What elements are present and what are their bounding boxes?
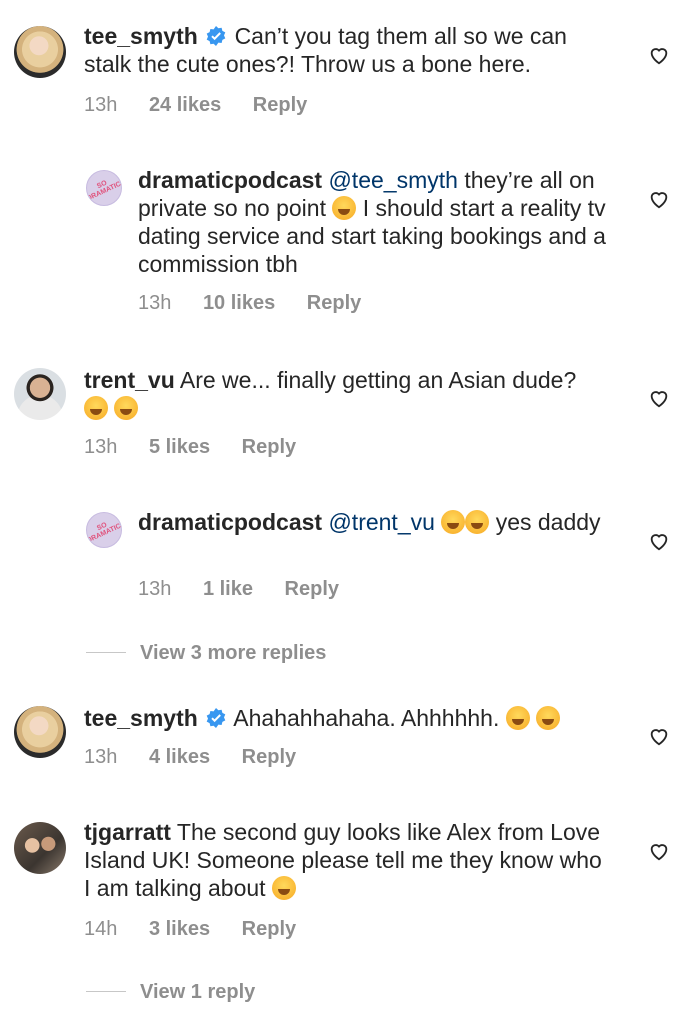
comment-username[interactable]: dramaticpodcast [138, 167, 322, 193]
comment-meta: 14h 3 likes Reply [84, 918, 322, 941]
comment-username[interactable]: trent_vu [84, 367, 175, 393]
view-more-replies-button[interactable]: View 3 more replies [86, 642, 326, 665]
comment-body: yes daddy [495, 509, 601, 535]
avatar-badge-text: SO DRAMATIC! [86, 179, 122, 203]
avatar[interactable] [14, 26, 66, 78]
comment-body: Are we... finally getting an Asian dude? [179, 367, 577, 393]
comment-likes[interactable]: 10 likes [203, 292, 275, 314]
comment-likes[interactable]: 24 likes [149, 94, 221, 116]
heart-outline-icon[interactable] [648, 188, 670, 210]
comment-text: tjgarratt The second guy looks like Alex… [84, 818, 604, 902]
comment-text: tee_smyth Can’t you tag them all so we c… [84, 22, 604, 78]
comment-text: dramaticpodcast @trent_vu yes daddy [138, 508, 608, 536]
comment-username[interactable]: dramaticpodcast [138, 509, 322, 535]
comment-username[interactable]: tee_smyth [84, 23, 198, 49]
comment-text: tee_smyth Ahahahhahaha. Ahhhhhh. [84, 704, 604, 732]
comment-time: 14h [84, 918, 118, 940]
comment-meta: 13h 5 likes Reply [84, 436, 322, 459]
avatar-badge-text: SO DRAMATIC! [86, 521, 122, 545]
comment-meta: 13h 4 likes Reply [84, 746, 322, 769]
comment-likes[interactable]: 5 likes [149, 436, 210, 458]
laughing-emoji-icon [271, 876, 296, 900]
avatar[interactable]: SO DRAMATIC! [86, 512, 122, 548]
comment-meta: 13h 24 likes Reply [84, 94, 333, 117]
comment-text: dramaticpodcast @tee_smyth they’re all o… [138, 166, 608, 278]
comment-username[interactable]: tee_smyth [84, 705, 198, 731]
pleading-face-emoji-icon [84, 396, 108, 420]
reply-button[interactable]: Reply [285, 578, 339, 600]
comment-time: 13h [138, 578, 172, 600]
reply-button[interactable]: Reply [307, 292, 361, 314]
laughing-emoji-icon [332, 196, 357, 220]
laughing-emoji-icon [441, 510, 466, 534]
comment-meta: 13h 1 like Reply [138, 578, 365, 601]
comment-body: Ahahahhahaha. Ahhhhhh. [233, 705, 500, 731]
reply-button[interactable]: Reply [242, 436, 296, 458]
avatar[interactable] [14, 706, 66, 758]
comment-likes[interactable]: 4 likes [149, 746, 210, 768]
reply-button[interactable]: Reply [253, 94, 307, 116]
view-more-label: View 1 reply [140, 981, 256, 1003]
heart-outline-icon[interactable] [648, 44, 670, 66]
heart-outline-icon[interactable] [648, 387, 670, 409]
comment-username[interactable]: tjgarratt [84, 819, 171, 845]
reply-button[interactable]: Reply [242, 918, 296, 940]
mention-link[interactable]: @tee_smyth [328, 167, 457, 193]
view-more-replies-button[interactable]: View 1 reply [86, 981, 255, 1004]
avatar[interactable] [14, 368, 66, 420]
comment-text: trent_vu Are we... finally getting an As… [84, 366, 604, 422]
upside-down-face-emoji-icon [505, 706, 530, 730]
heart-outline-icon[interactable] [648, 725, 670, 747]
mention-link[interactable]: @trent_vu [328, 509, 434, 535]
verified-badge-icon [206, 26, 226, 46]
comment-time: 13h [84, 436, 118, 458]
divider-line [86, 991, 126, 992]
comment-likes[interactable]: 3 likes [149, 918, 210, 940]
laughing-emoji-icon [465, 510, 490, 534]
avatar[interactable]: SO DRAMATIC! [86, 170, 122, 206]
comment-time: 13h [84, 94, 118, 116]
divider-line [86, 652, 126, 653]
avatar[interactable] [14, 822, 66, 874]
upside-down-face-emoji-icon [536, 706, 561, 730]
heart-outline-icon[interactable] [648, 840, 670, 862]
comment-time: 13h [84, 746, 118, 768]
crying-face-emoji-icon [114, 396, 139, 420]
comment-likes[interactable]: 1 like [203, 578, 253, 600]
comment-time: 13h [138, 292, 172, 314]
comment-meta: 13h 10 likes Reply [138, 292, 387, 315]
reply-button[interactable]: Reply [242, 746, 296, 768]
verified-badge-icon [206, 708, 226, 728]
heart-outline-icon[interactable] [648, 530, 670, 552]
view-more-label: View 3 more replies [140, 642, 327, 664]
